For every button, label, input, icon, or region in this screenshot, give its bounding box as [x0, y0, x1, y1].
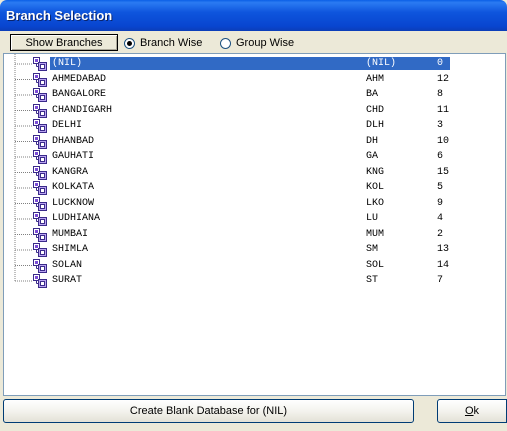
tree-node[interactable]: KOLKATA KOL 5 — [33, 181, 453, 195]
branch-name: LUDHIANA — [52, 213, 101, 224]
branch-id: 14 — [437, 259, 450, 271]
tree-node[interactable]: SOLAN SOL 14 — [33, 258, 453, 273]
database-node-icon — [33, 181, 48, 195]
branch-wise-radio[interactable]: Branch Wise — [124, 36, 202, 50]
database-node-icon — [33, 258, 48, 273]
database-node-icon — [33, 212, 48, 226]
database-node-icon — [33, 196, 48, 211]
branch-code: DH — [366, 135, 379, 147]
tree-node[interactable]: SHIMLA SM 13 — [33, 243, 453, 257]
branch-id: 8 — [437, 89, 444, 100]
ok-accelerator: O — [464, 405, 474, 417]
branch-name: (NIL) — [52, 58, 83, 69]
branch-code: KNG — [366, 166, 385, 178]
branch-id: 5 — [437, 182, 444, 193]
database-node-icon — [33, 274, 48, 288]
database-node-icon — [33, 134, 48, 149]
tree-node[interactable]: LUCKNOW LKO 9 — [33, 196, 453, 211]
branch-name: SHIMLA — [52, 244, 89, 255]
branch-id: 9 — [437, 197, 444, 209]
database-node-icon — [33, 88, 48, 102]
branch-wise-label: Branch Wise — [140, 37, 203, 49]
branch-code: AHM — [366, 73, 385, 85]
bottom-bar: Create Blank Database for (NIL) Ok — [0, 396, 507, 431]
database-node-icon — [33, 119, 48, 133]
branch-code: LKO — [366, 197, 385, 209]
branch-code: SOL — [366, 259, 385, 271]
database-node-icon — [33, 150, 48, 164]
branch-name: BANGALORE — [52, 89, 107, 100]
database-node-icon — [33, 72, 48, 87]
tree-node[interactable]: LUDHIANA LU 4 — [33, 212, 453, 226]
database-node-icon — [33, 103, 48, 118]
branch-code: SM — [366, 244, 379, 255]
tree-node[interactable]: (NIL) (NIL) 0 — [33, 57, 453, 71]
branch-id: 11 — [437, 104, 450, 116]
branch-id: 12 — [437, 73, 450, 85]
radio-unchecked-icon[interactable] — [220, 37, 231, 49]
show-branches-button[interactable]: Show Branches — [10, 34, 118, 51]
branch-code: BA — [366, 89, 379, 100]
ok-button[interactable]: Ok — [437, 399, 507, 423]
toolbar: Show Branches Branch Wise Group Wise — [0, 31, 507, 53]
branch-id: 7 — [437, 275, 444, 286]
branch-name: DELHI — [52, 120, 83, 131]
database-node-icon — [33, 165, 48, 180]
tree-node[interactable]: BANGALORE BA 8 — [33, 88, 453, 102]
branch-name: KOLKATA — [52, 182, 95, 193]
branch-id: 6 — [437, 151, 444, 162]
branch-name: CHANDIGARH — [52, 104, 113, 116]
branch-id: 15 — [437, 166, 450, 178]
branch-code: DLH — [366, 120, 385, 131]
create-blank-database-button[interactable]: Create Blank Database for (NIL) — [3, 399, 414, 423]
branch-id: 13 — [437, 244, 450, 255]
branch-code: (NIL) — [366, 58, 397, 69]
branch-id: 0 — [437, 58, 444, 69]
tree-node[interactable]: AHMEDABAD AHM 12 — [33, 72, 453, 87]
tree-node[interactable]: MUMBAI MUM 2 — [33, 227, 453, 242]
branch-code: KOL — [366, 182, 385, 193]
ok-label-rest: k — [473, 405, 480, 417]
group-wise-label: Group Wise — [236, 37, 295, 49]
branch-code: MUM — [366, 228, 385, 240]
branch-name: KANGRA — [52, 166, 89, 178]
tree-node[interactable]: DELHI DLH 3 — [33, 119, 453, 133]
branch-name: DHANBAD — [52, 135, 95, 147]
database-node-icon — [33, 57, 48, 71]
branch-code: CHD — [366, 104, 385, 116]
radio-checked-icon[interactable] — [124, 37, 135, 49]
branch-name: GAUHATI — [52, 151, 95, 162]
branch-name: AHMEDABAD — [52, 73, 107, 85]
branch-code: ST — [366, 275, 379, 286]
branch-id: 10 — [437, 135, 450, 147]
branch-code: GA — [366, 151, 379, 162]
branch-id: 4 — [437, 213, 444, 224]
database-node-icon — [33, 227, 48, 242]
tree-node[interactable]: SURAT ST 7 — [33, 274, 453, 288]
tree-node[interactable]: GAUHATI GA 6 — [33, 150, 453, 164]
branch-id: 3 — [437, 120, 444, 131]
branch-name: SOLAN — [52, 259, 83, 271]
group-wise-radio[interactable]: Group Wise — [220, 36, 294, 50]
branch-tree-view[interactable]: (NIL) (NIL) 0 AHMEDABAD AHM 12 BANGALORE BA 8 CHA… — [3, 53, 506, 396]
branch-id: 2 — [437, 228, 444, 240]
database-node-icon — [33, 243, 48, 257]
branch-name: SURAT — [52, 275, 83, 286]
title-bar: Branch Selection — [0, 0, 507, 31]
branch-code: LU — [366, 213, 379, 224]
branch-name: LUCKNOW — [52, 197, 95, 209]
tree-node[interactable]: DHANBAD DH 10 — [33, 134, 453, 149]
tree-node[interactable]: CHANDIGARH CHD 11 — [33, 103, 453, 118]
window-title: Branch Selection — [6, 8, 113, 23]
branch-name: MUMBAI — [52, 228, 89, 240]
tree-node[interactable]: KANGRA KNG 15 — [33, 165, 453, 180]
